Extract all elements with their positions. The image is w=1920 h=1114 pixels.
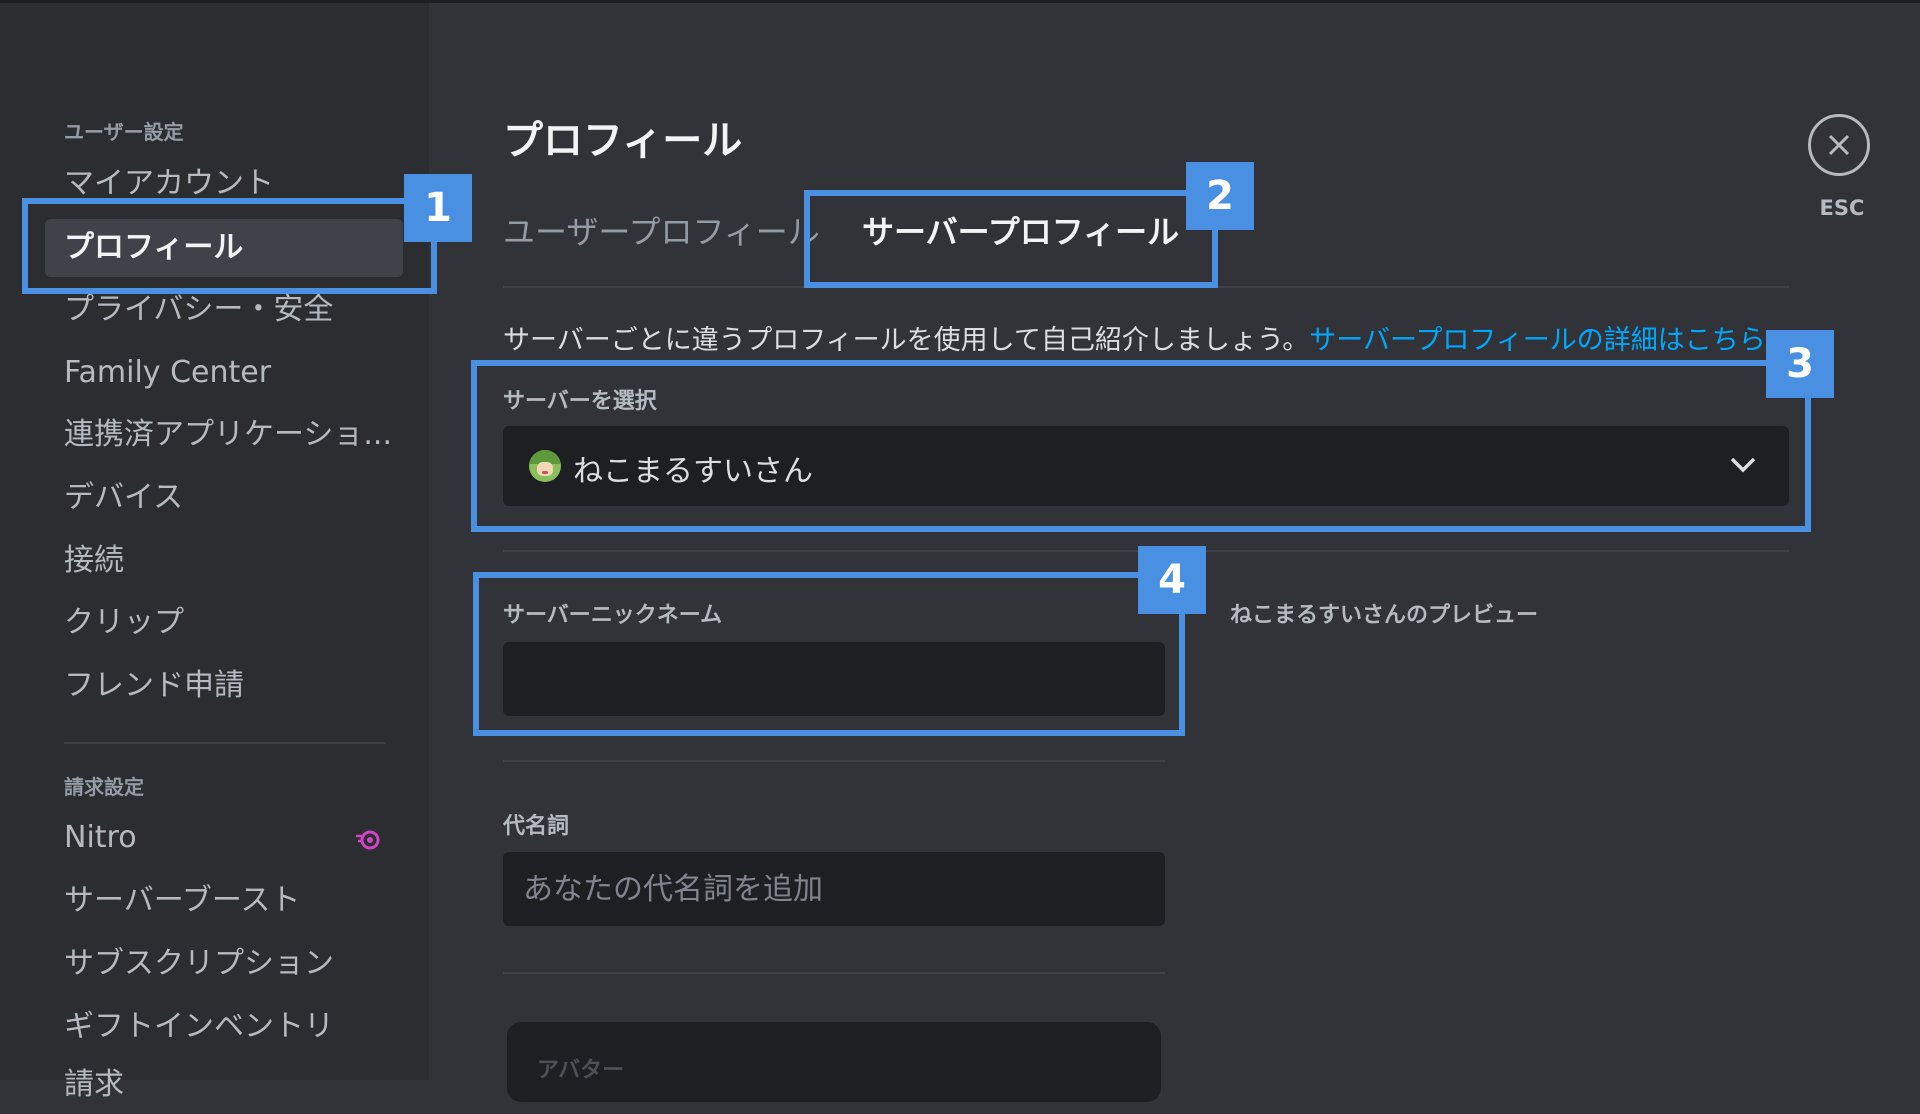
annotation-number-4: 4 [1138, 546, 1206, 614]
sidebar-item-clips[interactable]: クリップ [45, 594, 403, 652]
sidebar-item-connections[interactable]: 接続 [45, 532, 403, 590]
server-profile-description: サーバーごとに違うプロフィールを使用して自己紹介しましょう。サーバープロフィール… [503, 318, 1793, 357]
sidebar-item-label: Nitro [64, 820, 137, 855]
avatar-label: アバター [537, 1058, 625, 1083]
sidebar-item-devices[interactable]: デバイス [45, 469, 403, 527]
sidebar-item-nitro[interactable]: Nitro [45, 809, 403, 867]
annotation-box-3 [471, 360, 1811, 532]
section-divider [503, 972, 1165, 974]
nitro-icon [356, 830, 380, 850]
description-text: サーバーごとに違うプロフィールを使用して自己紹介しましょう。 [503, 325, 1310, 356]
sidebar-item-gift-inventory[interactable]: ギフトインベントリ [45, 998, 403, 1056]
avatar-section: アバター [507, 1022, 1161, 1102]
preview-label: ねこまるすいさんのプレビュー [1230, 603, 1539, 628]
pronouns-field[interactable] [503, 852, 1165, 926]
annotation-box-2 [804, 190, 1218, 288]
billing-settings-header: 請求設定 [64, 775, 144, 799]
sidebar-separator [64, 742, 386, 744]
user-settings-header: ユーザー設定 [64, 120, 184, 144]
annotation-box-4 [473, 572, 1185, 736]
annotation-box-1 [22, 198, 437, 294]
pronouns-input[interactable] [503, 852, 1165, 926]
pronouns-label: 代名詞 [503, 814, 570, 839]
close-icon [1828, 134, 1850, 156]
close-button[interactable] [1808, 114, 1870, 176]
sidebar-item-billing[interactable]: 請求 [45, 1056, 403, 1114]
learn-more-link[interactable]: サーバープロフィールの詳細はこちら。 [1309, 325, 1793, 356]
annotation-number-2: 2 [1186, 162, 1254, 230]
sidebar-item-server-boost[interactable]: サーバーブースト [45, 872, 403, 930]
section-divider [503, 760, 1165, 762]
sidebar-item-authorized-apps[interactable]: 連携済アプリケーショ... [45, 406, 403, 464]
annotation-number-3: 3 [1766, 330, 1834, 398]
esc-label: ESC [1819, 196, 1865, 220]
sidebar-item-friend-requests[interactable]: フレンド申請 [45, 657, 403, 715]
sidebar-item-subscriptions[interactable]: サブスクリプション [45, 935, 403, 993]
page-title: プロフィール [503, 118, 743, 164]
sidebar-item-family-center[interactable]: Family Center [45, 344, 403, 402]
settings-sidebar: ユーザー設定 マイアカウント プロフィール プライバシー・安全 Family C… [0, 3, 429, 1102]
tab-user-profile[interactable]: ユーザープロフィール [503, 207, 820, 253]
annotation-number-1: 1 [404, 174, 472, 242]
